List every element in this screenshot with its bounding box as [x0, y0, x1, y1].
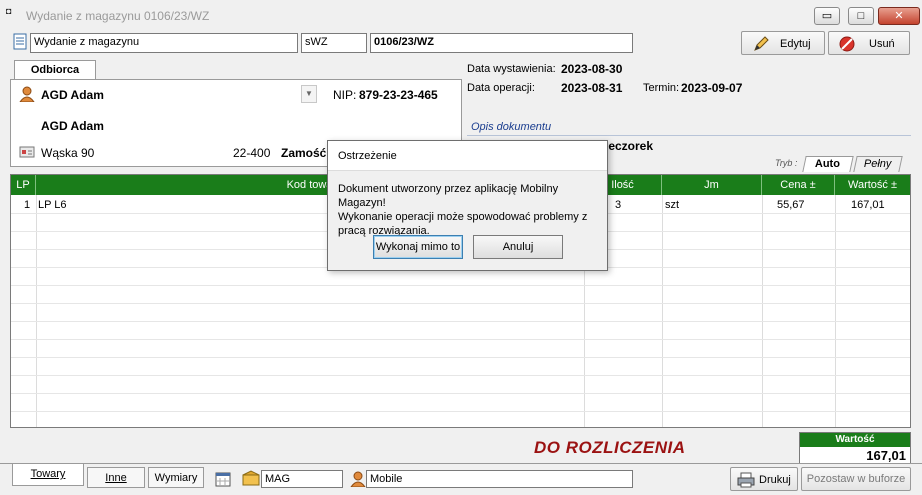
col-header-lp[interactable]: LP	[11, 175, 36, 195]
document-icon	[12, 33, 28, 51]
col-header-value[interactable]: Wartość ±	[835, 175, 910, 195]
close-button[interactable]: ✕	[878, 7, 920, 25]
due-date-value[interactable]: 2023-09-07	[681, 81, 742, 95]
maximize-icon: □	[857, 10, 865, 22]
delete-label: Usuń	[869, 38, 895, 50]
recipient-full-name: AGD Adam	[41, 119, 104, 133]
warehouse-icon	[242, 470, 260, 489]
user-field[interactable]: Mobile	[366, 470, 633, 488]
person-icon	[19, 86, 35, 105]
leave-in-buffer-button[interactable]: Pozostaw w buforze	[801, 467, 911, 491]
proceed-anyway-button[interactable]: Wykonaj mimo to	[373, 235, 463, 259]
doc-type-field[interactable]: Wydanie z magazynu	[30, 33, 298, 53]
recipient-combo-value[interactable]: AGD Adam	[41, 88, 104, 102]
operation-date-value[interactable]: 2023-08-31	[561, 81, 622, 95]
total-box: Wartość 167,01	[799, 432, 911, 464]
window-system-icon[interactable]: ◘	[6, 6, 16, 16]
mode-label: Tryb :	[775, 158, 798, 168]
row-1-lp[interactable]: 1	[24, 197, 30, 213]
row-1-unit[interactable]: szt	[665, 197, 679, 213]
address-card-icon	[19, 146, 35, 161]
row-1-value[interactable]: 167,01	[851, 197, 885, 213]
edit-button[interactable]: Edytuj	[741, 31, 825, 55]
total-label: Wartość	[800, 433, 910, 447]
doc-number-field[interactable]: 0106/23/WZ	[370, 33, 633, 53]
minimize-icon: ▭	[821, 10, 833, 22]
tab-mode-full[interactable]: Pełny	[853, 156, 903, 172]
maximize-button[interactable]: □	[848, 7, 874, 25]
due-date-label: Termin:	[643, 82, 680, 94]
grid-hline	[11, 321, 910, 322]
pencil-icon	[752, 35, 770, 56]
minimize-button[interactable]: ▭	[814, 7, 840, 25]
printer-icon	[737, 472, 755, 491]
row-1-code[interactable]: LP L6	[38, 197, 67, 213]
footer-divider	[0, 463, 922, 464]
title-bar: ◘ Wydanie z magazynu 0106/23/WZ ▭ □ ✕	[0, 0, 922, 30]
recipient-city: Zamość	[281, 146, 327, 160]
description-label: Opis dokumentu	[471, 121, 552, 133]
nip-value: 879-23-23-465	[359, 88, 438, 102]
tab-recipient[interactable]: Odbiorca	[14, 60, 96, 80]
tab-inne[interactable]: Inne	[87, 467, 145, 488]
grid-hline	[11, 411, 910, 412]
grid-hline	[11, 285, 910, 286]
user-icon	[350, 471, 366, 490]
cancel-button[interactable]: Anuluj	[473, 235, 563, 259]
grid-hline	[11, 393, 910, 394]
status-banner: DO ROZLICZENIA	[534, 438, 686, 457]
tab-mode-auto-label: Auto	[815, 158, 841, 170]
warning-dialog: Ostrzeżenie Dokument utworzony przez apl…	[327, 140, 608, 271]
close-icon: ✕	[894, 10, 904, 22]
dialog-message-line: Dokument utworzony przez aplikację Mobil…	[338, 183, 559, 209]
tab-wymiary[interactable]: Wymiary	[148, 467, 204, 488]
row-1-qty[interactable]: 3	[615, 197, 621, 213]
tab-mode-full-label: Pełny	[864, 158, 892, 170]
recipient-street: Wąska 90	[41, 146, 95, 160]
doc-code-field[interactable]: sWZ	[301, 33, 367, 53]
row-1-price[interactable]: 55,67	[777, 197, 805, 213]
delete-button[interactable]: Usuń	[828, 31, 910, 55]
calendar-icon[interactable]	[215, 471, 231, 490]
delete-icon	[838, 35, 856, 56]
col-header-price[interactable]: Cena ±	[762, 175, 835, 195]
warehouse-field[interactable]: MAG	[261, 470, 343, 488]
dialog-message: Dokument utworzony przez aplikację Mobil…	[338, 182, 606, 238]
issue-date-value[interactable]: 2023-08-30	[561, 62, 622, 76]
grid-hline	[11, 357, 910, 358]
recipient-postal-code: 22-400	[233, 146, 271, 160]
dialog-message-line: Wykonanie operacji może spowodować probl…	[338, 211, 588, 223]
description-divider	[467, 135, 911, 136]
nip-label: NIP:	[333, 88, 357, 102]
total-value: 167,01	[866, 448, 906, 463]
edit-label: Edytuj	[780, 38, 811, 50]
print-label: Drukuj	[759, 474, 791, 486]
col-header-unit[interactable]: Jm	[662, 175, 762, 195]
print-button[interactable]: Drukuj	[730, 467, 798, 491]
recipient-dropdown-arrow[interactable]: ▼	[301, 85, 317, 103]
window-title: Wydanie z magazynu 0106/23/WZ	[26, 9, 210, 23]
tab-mode-auto[interactable]: Auto	[802, 156, 854, 172]
grid-hline	[11, 339, 910, 340]
grid-hline	[11, 375, 910, 376]
tab-towary[interactable]: Towary	[12, 464, 84, 486]
grid-hline	[11, 303, 910, 304]
dialog-title: Ostrzeżenie	[328, 141, 607, 171]
operation-date-label: Data operacji:	[467, 82, 535, 94]
issue-date-label: Data wystawienia:	[467, 63, 556, 75]
issuer-name: ieczorek	[605, 139, 654, 153]
